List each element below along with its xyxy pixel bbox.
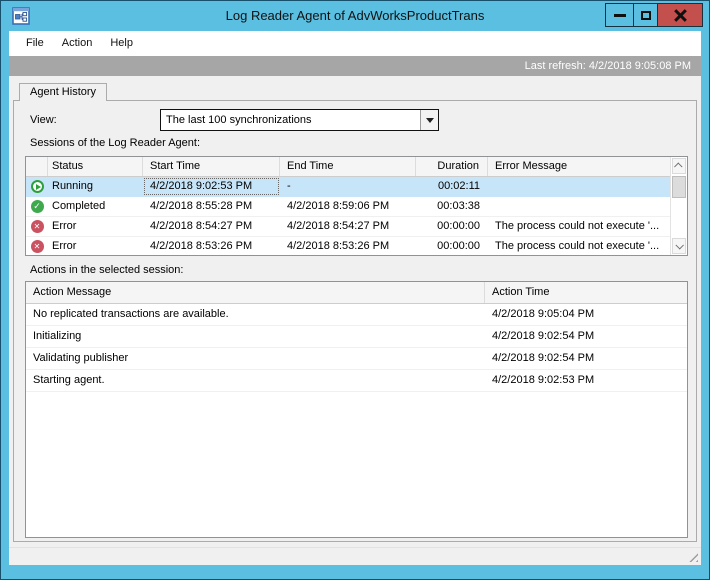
actions-table: Action Message Action Time No replicated… bbox=[25, 281, 688, 538]
running-icon bbox=[30, 180, 44, 193]
vertical-scrollbar[interactable] bbox=[670, 157, 687, 255]
resize-grip-icon[interactable] bbox=[685, 549, 698, 562]
action-time: 4/2/2018 9:02:53 PM bbox=[492, 374, 595, 386]
action-message: Validating publisher bbox=[33, 352, 129, 364]
session-error bbox=[488, 197, 670, 216]
column-header-start[interactable]: Start Time bbox=[143, 157, 280, 176]
session-status: Completed bbox=[52, 200, 106, 212]
status-bar bbox=[9, 547, 701, 565]
session-end: 4/2/2018 8:53:26 PM bbox=[287, 240, 390, 252]
sessions-header: Status Start Time End Time Duration Erro… bbox=[26, 157, 670, 177]
scroll-down-button[interactable] bbox=[672, 238, 686, 254]
scroll-down-icon bbox=[675, 241, 684, 250]
session-status: Error bbox=[52, 220, 77, 232]
menu-file[interactable]: File bbox=[17, 33, 53, 54]
table-row[interactable]: Validating publisher 4/2/2018 9:02:54 PM bbox=[26, 348, 687, 370]
completed-icon bbox=[30, 200, 44, 213]
chevron-down-icon bbox=[425, 117, 434, 123]
view-dropdown-button[interactable] bbox=[420, 110, 438, 130]
minimize-icon bbox=[613, 13, 626, 17]
view-dropdown[interactable]: The last 100 synchronizations bbox=[160, 109, 439, 131]
table-row[interactable]: Error 4/2/2018 8:54:27 PM 4/2/2018 8:54:… bbox=[26, 217, 670, 237]
session-error: The process could not execute '... bbox=[495, 220, 660, 232]
window-controls bbox=[605, 3, 703, 27]
view-dropdown-value: The last 100 synchronizations bbox=[166, 114, 312, 126]
actions-label: Actions in the selected session: bbox=[30, 264, 184, 276]
window-title: Log Reader Agent of AdvWorksProductTrans bbox=[225, 8, 485, 23]
menu-action[interactable]: Action bbox=[53, 33, 102, 54]
menubar: File Action Help bbox=[9, 31, 701, 56]
session-start: 4/2/2018 8:53:26 PM bbox=[150, 240, 253, 252]
session-status: Error bbox=[52, 240, 77, 252]
maximize-button[interactable] bbox=[633, 3, 658, 27]
agent-history-panel: View: The last 100 synchronizations Sess… bbox=[13, 100, 697, 542]
action-time: 4/2/2018 9:05:04 PM bbox=[492, 308, 595, 320]
sessions-label: Sessions of the Log Reader Agent: bbox=[30, 137, 201, 149]
error-icon bbox=[30, 220, 44, 233]
log-reader-agent-window: Log Reader Agent of AdvWorksProductTrans… bbox=[0, 0, 710, 580]
scroll-up-icon bbox=[674, 162, 683, 171]
session-error: The process could not execute '... bbox=[495, 240, 660, 252]
column-header-action-message[interactable]: Action Message bbox=[26, 282, 485, 303]
close-button[interactable] bbox=[657, 3, 703, 27]
session-start: 4/2/2018 9:02:53 PM bbox=[143, 177, 280, 196]
last-refresh-bar: Last refresh: 4/2/2018 9:05:08 PM bbox=[9, 56, 701, 76]
scroll-up-button[interactable] bbox=[672, 158, 686, 174]
column-header-status[interactable]: Status bbox=[48, 157, 143, 176]
session-error bbox=[488, 177, 670, 196]
action-message: No replicated transactions are available… bbox=[33, 308, 229, 320]
maximize-icon bbox=[640, 10, 651, 20]
sessions-table: Status Start Time End Time Duration Erro… bbox=[25, 156, 688, 256]
column-header-error[interactable]: Error Message bbox=[488, 157, 670, 176]
action-message: Starting agent. bbox=[33, 374, 105, 386]
table-row[interactable]: No replicated transactions are available… bbox=[26, 304, 687, 326]
table-row[interactable]: Initializing 4/2/2018 9:02:54 PM bbox=[26, 326, 687, 348]
close-icon bbox=[674, 9, 687, 22]
session-duration: 00:03:38 bbox=[437, 200, 480, 212]
last-refresh-text: Last refresh: 4/2/2018 9:05:08 PM bbox=[524, 60, 691, 72]
menu-help[interactable]: Help bbox=[101, 33, 142, 54]
client-area: File Action Help Last refresh: 4/2/2018 … bbox=[9, 31, 701, 565]
minimize-button[interactable] bbox=[605, 3, 634, 27]
column-header-icon[interactable] bbox=[26, 157, 48, 176]
table-row[interactable]: Error 4/2/2018 8:53:26 PM 4/2/2018 8:53:… bbox=[26, 237, 670, 255]
actions-header: Action Message Action Time bbox=[26, 282, 687, 304]
column-header-action-time[interactable]: Action Time bbox=[485, 282, 687, 303]
table-row[interactable]: Running 4/2/2018 9:02:53 PM - 00:02:11 bbox=[26, 177, 670, 197]
session-end: 4/2/2018 8:59:06 PM bbox=[287, 200, 390, 212]
column-header-end[interactable]: End Time bbox=[280, 157, 416, 176]
error-icon bbox=[30, 240, 44, 253]
action-time: 4/2/2018 9:02:54 PM bbox=[492, 352, 595, 364]
action-message: Initializing bbox=[33, 330, 82, 342]
view-label: View: bbox=[30, 114, 57, 126]
scrollbar-thumb[interactable] bbox=[672, 176, 686, 198]
session-end: - bbox=[287, 180, 291, 192]
session-start: 4/2/2018 8:54:27 PM bbox=[150, 220, 253, 232]
session-start: 4/2/2018 8:55:28 PM bbox=[150, 200, 253, 212]
session-end: 4/2/2018 8:54:27 PM bbox=[287, 220, 390, 232]
tab-control: Agent History View: The last 100 synchro… bbox=[9, 76, 701, 547]
session-status: Running bbox=[52, 180, 93, 192]
tab-agent-history[interactable]: Agent History bbox=[19, 83, 108, 101]
action-time: 4/2/2018 9:02:54 PM bbox=[492, 330, 595, 342]
titlebar: Log Reader Agent of AdvWorksProductTrans bbox=[1, 1, 709, 31]
session-duration: 00:00:00 bbox=[437, 220, 480, 232]
column-header-duration[interactable]: Duration bbox=[416, 157, 488, 176]
session-duration: 00:02:11 bbox=[437, 180, 480, 192]
table-row[interactable]: Completed 4/2/2018 8:55:28 PM 4/2/2018 8… bbox=[26, 197, 670, 217]
session-duration: 00:00:00 bbox=[437, 240, 480, 252]
table-row[interactable]: Starting agent. 4/2/2018 9:02:53 PM bbox=[26, 370, 687, 392]
